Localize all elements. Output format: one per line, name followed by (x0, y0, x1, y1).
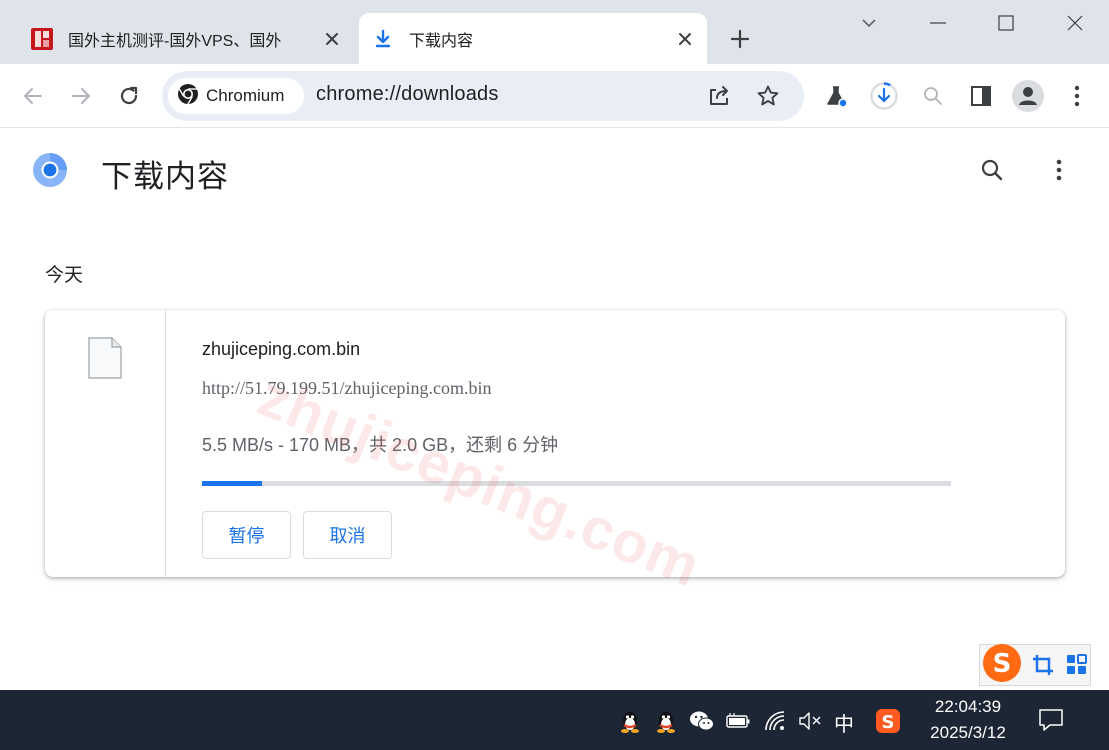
minimize-button[interactable] (925, 10, 951, 36)
source-url-link[interactable]: http://51.79.199.51/zhujiceping.com.bin (202, 378, 491, 399)
more-actions-icon[interactable] (1044, 154, 1074, 186)
toolbox-grid-icon[interactable] (1064, 652, 1090, 678)
download-item-card: zhujiceping.com.bin http://51.79.199.51/… (45, 310, 1065, 577)
cancel-button[interactable]: 取消 (303, 511, 392, 559)
close-icon[interactable] (320, 27, 344, 51)
site-favicon-icon (30, 27, 54, 51)
forward-button[interactable] (65, 80, 97, 112)
wifi-icon[interactable] (762, 708, 788, 734)
file-name-link[interactable]: zhujiceping.com.bin (202, 339, 360, 360)
svg-text:S: S (993, 649, 1012, 679)
download-status-text: 5.5 MB/s - 170 MB，共 2.0 GB，还剩 6 分钟 (202, 435, 559, 455)
ime-mode-indicator[interactable]: 中 (834, 708, 854, 737)
card-divider (165, 310, 166, 577)
pause-button[interactable]: 暂停 (202, 511, 291, 559)
reload-button[interactable] (113, 80, 145, 112)
battery-icon[interactable] (725, 708, 751, 734)
sogou-tray-icon[interactable]: S (875, 708, 901, 734)
svg-text:S: S (882, 712, 895, 733)
share-icon[interactable] (704, 81, 734, 111)
volume-muted-icon[interactable] (797, 708, 823, 734)
bookmark-star-icon[interactable] (753, 81, 783, 111)
site-info-chip[interactable]: Chromium (168, 78, 304, 114)
labs-flask-icon[interactable] (820, 80, 852, 112)
close-icon[interactable] (673, 27, 697, 51)
notification-center-icon[interactable] (1037, 706, 1065, 734)
back-button[interactable] (17, 80, 49, 112)
tab-title: 下载内容 (409, 32, 474, 50)
downloads-progress-icon[interactable] (868, 80, 900, 112)
qq-icon[interactable] (617, 708, 643, 734)
download-progress-bar (202, 481, 951, 486)
address-bar[interactable]: Chromium chrome://downloads (162, 71, 804, 121)
page-title: 下载内容 (101, 159, 229, 194)
clock-time[interactable]: 22:04:39 (916, 697, 1020, 717)
chromium-logo-icon (177, 83, 199, 110)
window-close-button[interactable] (1062, 10, 1088, 36)
tab-title: 国外主机测评-国外VPS、国外 (68, 32, 282, 50)
wechat-icon[interactable] (689, 708, 715, 734)
side-panel-icon[interactable] (965, 80, 997, 112)
search-downloads-icon[interactable] (976, 154, 1008, 186)
clock-date[interactable]: 2025/3/12 (916, 723, 1020, 743)
qq-icon-2[interactable] (653, 708, 679, 734)
zoom-search-icon[interactable] (917, 80, 949, 112)
download-icon (371, 27, 395, 51)
url-text[interactable]: chrome://downloads (316, 83, 499, 106)
date-group-label: 今天 (45, 265, 84, 286)
ime-toolbar: S (979, 644, 1091, 686)
profile-avatar[interactable] (1012, 80, 1044, 112)
progress-fill (202, 481, 262, 486)
file-icon (88, 337, 122, 379)
windows-taskbar: 中 S 22:04:39 2025/3/12 (0, 690, 1109, 750)
tab-zhujiceping[interactable]: 国外主机测评-国外VPS、国外 (18, 13, 354, 64)
chrome-logo-icon (32, 152, 68, 188)
new-tab-button[interactable] (726, 25, 754, 53)
maximize-button[interactable] (993, 10, 1019, 36)
tab-downloads[interactable]: 下载内容 (359, 13, 707, 64)
sogou-logo-icon[interactable]: S (980, 641, 1024, 685)
crop-icon[interactable] (1030, 652, 1056, 678)
tab-strip: 国外主机测评-国外VPS、国外 下载内容 (0, 0, 1109, 64)
browser-menu-icon[interactable] (1061, 80, 1093, 112)
site-chip-label: Chromium (206, 86, 285, 105)
browser-toolbar: Chromium chrome://downloads (0, 64, 1109, 128)
tab-search-chevron-down-icon[interactable] (856, 10, 882, 36)
